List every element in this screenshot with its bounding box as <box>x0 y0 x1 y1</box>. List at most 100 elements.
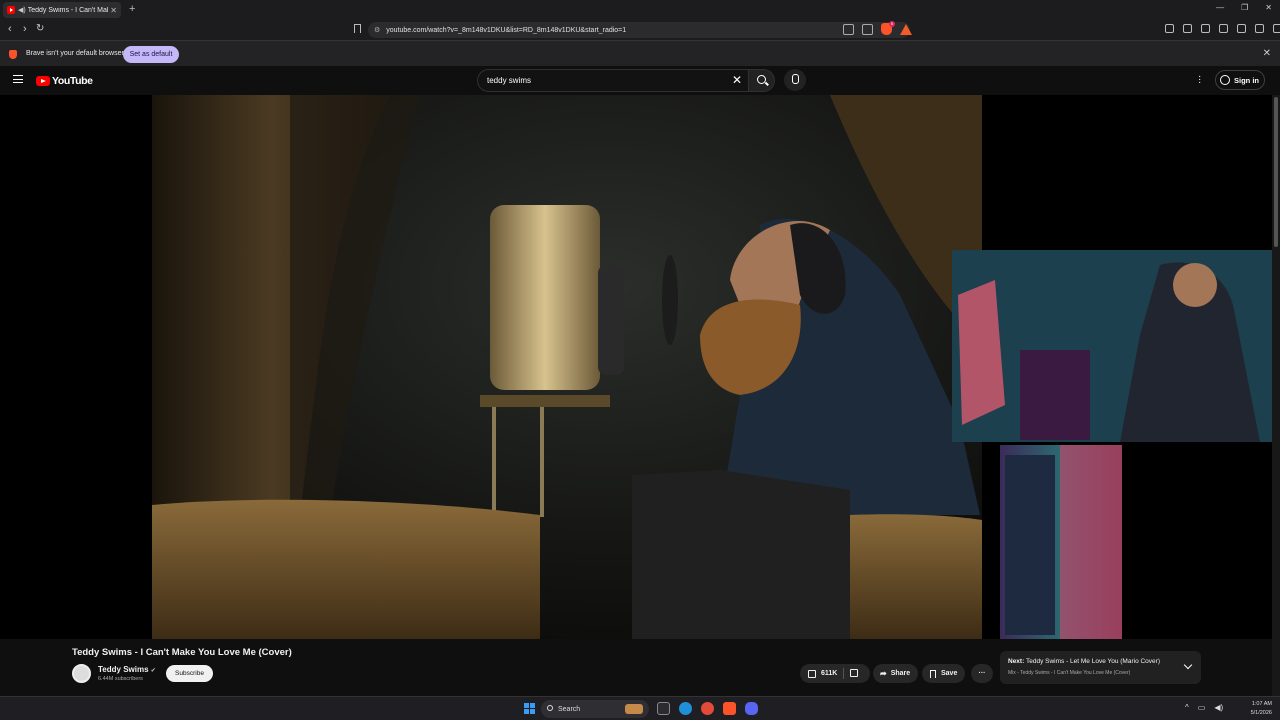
video-frame <box>152 95 1272 639</box>
video-player[interactable] <box>0 95 1272 639</box>
brave-lion-icon <box>9 50 17 59</box>
menu-icon[interactable] <box>1273 24 1280 33</box>
channel-name-text: Teddy Swims <box>98 665 149 674</box>
youtube-logo-text: YouTube <box>52 75 93 87</box>
url-text: youtube.com/watch?v=_8m148v1DKU&list=RD_… <box>386 26 627 34</box>
clock-date: 5/1/2026 <box>1250 710 1272 716</box>
chrome-icon[interactable] <box>701 702 714 715</box>
brave-taskbar-icon[interactable] <box>723 702 736 715</box>
sign-in-button[interactable]: Sign in <box>1215 70 1265 90</box>
clock-time: 1:07 AM <box>1251 701 1272 707</box>
forward-icon[interactable]: › <box>23 23 27 35</box>
video-title: Teddy Swims - I Can't Make You Love Me (… <box>72 647 292 658</box>
windows-taskbar: Search ^ ▭ ◀) 1:07 AM 5/1/2026 <box>0 696 1280 720</box>
share-label: Share <box>890 670 911 677</box>
subscriber-count: 6.44M subscribers <box>98 676 143 682</box>
search-highlight-icon <box>625 704 643 714</box>
clear-search-icon[interactable]: ✕ <box>732 73 742 87</box>
minimize-icon[interactable]: — <box>1216 3 1224 12</box>
brave-rewards-icon[interactable] <box>900 23 912 35</box>
vpn-icon[interactable] <box>1255 24 1264 33</box>
share-icon: ➦ <box>880 669 887 678</box>
like-divider <box>843 668 844 679</box>
account-icon <box>1220 75 1230 85</box>
next-up-card[interactable]: Next: Teddy Swims - Let Me Love You (Mar… <box>1000 651 1201 684</box>
address-toolbar: ‹ › ↻ ⚙ youtube.com/watch?v=_8m148v1DKU&… <box>0 20 1280 40</box>
like-icon[interactable] <box>808 669 816 678</box>
set-as-default-button[interactable]: Set as default <box>123 46 179 63</box>
share-button[interactable]: ➦ Share <box>873 664 918 683</box>
like-dislike-group: 611K <box>800 664 870 683</box>
shields-count-badge: 6 <box>889 21 895 27</box>
youtube-play-icon <box>36 76 50 86</box>
browser-tab-active[interactable]: ◀) Teddy Swims - I Can't Make Y ✕ <box>3 2 121 18</box>
more-actions-button[interactable]: ··· <box>971 664 993 683</box>
window-controls: — ❐ ✕ <box>1216 3 1272 12</box>
tray-overflow-icon[interactable]: ^ <box>1185 703 1189 712</box>
verified-icon: ✔ <box>150 668 156 674</box>
windows-start-icon[interactable] <box>524 703 535 714</box>
task-view-icon[interactable] <box>657 702 670 715</box>
extensions-icon[interactable] <box>1237 24 1246 33</box>
chevron-down-icon[interactable] <box>1183 660 1193 670</box>
channel-name[interactable]: Teddy Swims ✔ <box>98 665 156 674</box>
split-view-icon[interactable] <box>1201 24 1210 33</box>
page-scrollbar[interactable] <box>1272 95 1280 700</box>
youtube-favicon-icon <box>7 6 15 14</box>
bookmark-icon[interactable] <box>354 24 361 33</box>
url-action-icons: 6 <box>843 21 912 35</box>
wallet-icon[interactable] <box>1219 24 1228 33</box>
save-button[interactable]: Save <box>922 664 965 683</box>
sign-in-label: Sign in <box>1234 75 1259 85</box>
search-input[interactable]: teddy swims ✕ <box>477 69 749 92</box>
close-window-icon[interactable]: ✕ <box>1265 3 1272 12</box>
media-icon[interactable] <box>1183 24 1192 33</box>
search-query: teddy swims <box>487 76 532 85</box>
youtube-logo[interactable]: YouTube <box>36 75 93 87</box>
next-up-line: Next: Teddy Swims - Let Me Love You (Mar… <box>1008 658 1160 665</box>
next-mix-name: Mix - Teddy Swims - I Can't Make You Lov… <box>1008 670 1131 676</box>
next-title: Teddy Swims - Let Me Love You (Mario Cov… <box>1025 658 1160 665</box>
reload-icon[interactable]: ↻ <box>36 23 44 34</box>
taskbar-search[interactable]: Search <box>541 700 649 718</box>
sidebar-toggle-icon[interactable] <box>1165 24 1174 33</box>
infobar-message: Brave isn't your default browser <box>26 50 124 57</box>
close-infobar-icon[interactable]: ✕ <box>1263 48 1271 59</box>
video-details: Teddy Swims - I Can't Make You Love Me (… <box>0 639 1272 700</box>
new-tab-icon[interactable]: + <box>129 3 135 15</box>
save-icon <box>930 669 936 678</box>
taskbar-search-label: Search <box>558 705 581 713</box>
url-field[interactable]: ⚙ youtube.com/watch?v=_8m148v1DKU&list=R… <box>368 22 910 38</box>
settings-kebab-icon[interactable]: · · · <box>1198 72 1201 88</box>
search-icon <box>757 75 766 84</box>
more-dots-icon: ··· <box>978 670 986 677</box>
speaker-icon[interactable]: ◀) <box>18 6 26 14</box>
youtube-header: YouTube teddy swims ✕ · · · Sign in <box>0 66 1280 95</box>
restore-icon[interactable]: ❐ <box>1241 3 1248 12</box>
network-icon[interactable]: ▭ <box>1198 703 1206 712</box>
back-icon[interactable]: ‹ <box>8 23 12 35</box>
guide-menu-icon[interactable] <box>13 75 23 83</box>
reader-mode-icon[interactable] <box>843 23 854 35</box>
channel-avatar[interactable] <box>72 664 91 683</box>
brave-shields-icon[interactable]: 6 <box>881 21 895 35</box>
voice-search-icon[interactable] <box>784 69 806 91</box>
share-page-icon[interactable] <box>862 23 873 35</box>
discord-icon[interactable] <box>745 702 758 715</box>
dislike-icon[interactable] <box>850 669 858 677</box>
site-settings-icon[interactable]: ⚙ <box>374 26 380 34</box>
like-count[interactable]: 611K <box>821 670 837 677</box>
volume-icon[interactable]: ◀) <box>1214 703 1223 712</box>
taskbar-clock[interactable]: 1:07 AM 5/1/2026 <box>1251 700 1272 718</box>
next-prefix: Next: <box>1008 658 1025 665</box>
scrollbar-thumb[interactable] <box>1274 97 1278 247</box>
subscribe-button[interactable]: Subscribe <box>166 665 213 682</box>
edge-icon[interactable] <box>679 702 692 715</box>
default-browser-infobar: Brave isn't your default browser Set as … <box>0 40 1280 66</box>
browser-tab-strip: ◀) Teddy Swims - I Can't Make Y ✕ + — ❐ … <box>0 0 1280 20</box>
tab-title: Teddy Swims - I Can't Make Y <box>27 6 109 14</box>
save-label: Save <box>941 670 958 677</box>
system-tray: ^ ▭ ◀) <box>1185 703 1223 712</box>
toolbar-right-icons <box>1165 24 1280 33</box>
close-tab-icon[interactable]: ✕ <box>110 6 117 15</box>
